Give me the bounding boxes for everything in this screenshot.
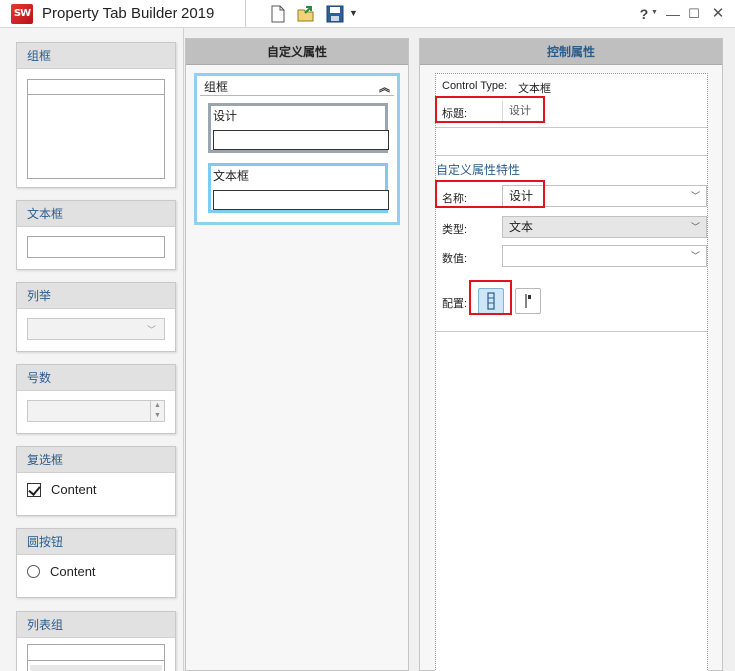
chevron-down-icon[interactable]: ﹀ xyxy=(691,186,700,206)
radio-preview-text: Content xyxy=(50,564,96,579)
list-group-preview xyxy=(27,644,165,671)
palette-group-box[interactable]: 组框 xyxy=(16,42,176,188)
palette-list-group-label: 列表组 xyxy=(17,612,175,638)
number-preview: ▲ ▼ xyxy=(27,400,165,422)
help-icon[interactable]: ? xyxy=(636,5,652,23)
app-title-year: 2019 xyxy=(181,5,215,22)
checkbox-preview: Content xyxy=(27,482,97,497)
type-combo[interactable]: 文本 ﹀ xyxy=(502,216,707,238)
control-properties-panel: 控制属性 Control Type: 文本框 标题: 设计 自定义属性特性 名称… xyxy=(419,38,723,671)
radio-unchecked-icon xyxy=(27,565,40,578)
control-design-textbox[interactable]: 设计 xyxy=(208,103,389,153)
type-row: 类型: 文本 ﹀ xyxy=(436,215,707,241)
title-clip: Property Tab Builder xyxy=(42,0,177,27)
title-bar: SW Property Tab Builder 2019 ▼ ? ▼ — ☐ ✕ xyxy=(0,0,735,28)
palette-radio[interactable]: 圆按钮 Content xyxy=(16,528,176,598)
type-label: 类型: xyxy=(442,224,468,236)
palette-number-label: 号数 xyxy=(17,365,175,391)
radio-preview: Content xyxy=(27,564,96,579)
configuration-single-icon xyxy=(525,294,531,308)
collapse-chevron-icon[interactable]: ︽ xyxy=(379,79,390,97)
palette-group-box-label: 组框 xyxy=(17,43,175,69)
highlight-name xyxy=(435,180,545,208)
palette-number[interactable]: 号数 ▲ ▼ xyxy=(16,364,176,434)
divider xyxy=(436,155,707,156)
help-dropdown-icon[interactable]: ▼ xyxy=(651,9,658,16)
control-properties-header: 控制属性 xyxy=(420,39,722,65)
chevron-down-icon[interactable]: ﹀ xyxy=(691,246,700,266)
solidworks-logo-icon: SW xyxy=(11,4,33,24)
control-palette: 组框 文本框 列举 ﹀ 号数 ▲ ▼ 复选框 Content 圆按钮 Conte… xyxy=(0,28,184,671)
checkbox-preview-text: Content xyxy=(51,482,97,497)
list-preview: ﹀ xyxy=(27,318,165,340)
control-input[interactable] xyxy=(213,130,389,150)
type-value: 文本 xyxy=(509,220,534,234)
minimize-icon[interactable]: — xyxy=(665,5,681,23)
close-icon[interactable]: ✕ xyxy=(710,5,726,23)
palette-checkbox-label: 复选框 xyxy=(17,447,175,473)
dropdown-arrow-icon[interactable]: ▼ xyxy=(349,8,358,18)
config-single-button[interactable] xyxy=(515,288,541,314)
properties-area: Control Type: 文本框 标题: 设计 自定义属性特性 名称: 设计 … xyxy=(435,73,708,671)
value-label: 数值: xyxy=(442,253,468,265)
palette-checkbox[interactable]: 复选框 Content xyxy=(16,446,176,516)
save-icon[interactable] xyxy=(325,4,345,24)
palette-radio-label: 圆按钮 xyxy=(17,529,175,555)
text-box-preview xyxy=(27,236,165,258)
chevron-down-icon: ﹀ xyxy=(146,325,156,335)
value-combo[interactable]: ﹀ xyxy=(502,245,707,267)
control-label: 文本框 xyxy=(213,169,250,183)
highlight-config xyxy=(469,280,512,315)
group-box-header[interactable]: 组框 ︽ xyxy=(200,78,394,96)
spinner-icon: ▲ ▼ xyxy=(150,401,164,421)
divider xyxy=(436,331,707,332)
palette-text-box-label: 文本框 xyxy=(17,201,175,227)
group-box-canvas[interactable]: 组框 ︽ 设计 文本框 xyxy=(194,73,400,225)
value-row: 数值: ﹀ xyxy=(436,244,707,270)
chevron-down-icon[interactable]: ﹀ xyxy=(691,217,700,237)
palette-list-label: 列举 xyxy=(17,283,175,309)
control-label: 设计 xyxy=(213,109,238,123)
app-title: Property Tab Builder xyxy=(42,5,177,22)
config-label: 配置: xyxy=(442,298,468,310)
group-box-title: 组框 xyxy=(204,80,229,94)
control-type-value: 文本框 xyxy=(518,83,551,95)
group-box-preview xyxy=(27,79,165,179)
open-folder-icon[interactable] xyxy=(296,4,316,24)
control-input[interactable] xyxy=(213,190,389,210)
custom-properties-header: 自定义属性 xyxy=(186,39,408,65)
control-type-label: Control Type: xyxy=(442,80,508,92)
custom-properties-panel: 自定义属性 组框 ︽ 设计 文本框 xyxy=(185,38,409,671)
control-type-row: Control Type: 文本框 xyxy=(436,80,707,96)
palette-list-group[interactable]: 列表组 xyxy=(16,611,176,671)
section-title: 自定义属性特性 xyxy=(436,163,521,177)
new-document-icon[interactable] xyxy=(268,4,288,24)
highlight-caption xyxy=(435,96,545,123)
palette-list[interactable]: 列举 ﹀ xyxy=(16,282,176,352)
divider xyxy=(436,127,707,128)
palette-text-box[interactable]: 文本框 xyxy=(16,200,176,270)
checkbox-checked-icon xyxy=(27,482,41,497)
control-textbox[interactable]: 文本框 xyxy=(208,163,389,213)
toolbar-separator xyxy=(245,0,246,27)
maximize-icon[interactable]: ☐ xyxy=(686,5,702,23)
